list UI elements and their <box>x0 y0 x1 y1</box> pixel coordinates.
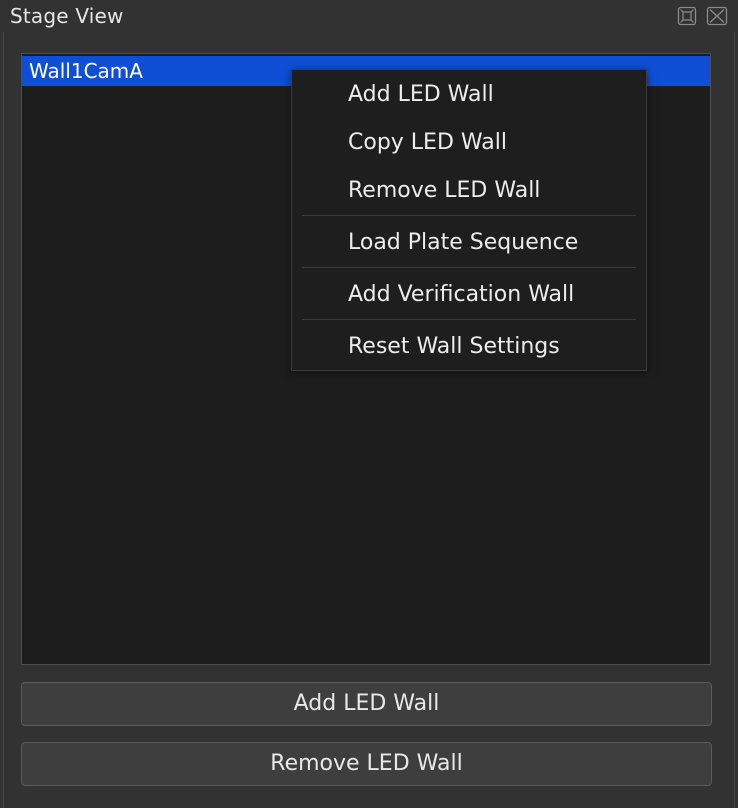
menu-item-copy-led-wall[interactable]: Copy LED Wall <box>292 122 646 166</box>
add-led-wall-button[interactable]: Add LED Wall <box>21 682 712 726</box>
float-icon[interactable] <box>677 6 697 26</box>
panel-titlebar: Stage View <box>0 0 738 32</box>
menu-item-load-plate-sequence[interactable]: Load Plate Sequence <box>292 222 646 266</box>
menu-item-label: Add LED Wall <box>348 82 494 107</box>
menu-item-add-led-wall[interactable]: Add LED Wall <box>292 74 646 118</box>
menu-separator <box>302 215 636 216</box>
menu-item-label: Copy LED Wall <box>348 130 507 155</box>
close-icon[interactable] <box>706 6 728 26</box>
panel-right-border <box>734 32 735 808</box>
menu-item-reset-wall-settings[interactable]: Reset Wall Settings <box>292 326 646 370</box>
stage-view-panel: Stage View Wall1CamA Add LED Wall Remove… <box>0 0 738 808</box>
menu-separator <box>302 319 636 320</box>
remove-led-wall-button[interactable]: Remove LED Wall <box>21 742 712 786</box>
menu-item-label: Add Verification Wall <box>348 282 575 307</box>
panel-left-border <box>3 32 4 808</box>
context-menu: Add LED Wall Copy LED Wall Remove LED Wa… <box>291 69 647 371</box>
menu-item-label: Remove LED Wall <box>348 178 541 203</box>
menu-separator <box>302 267 636 268</box>
menu-item-label: Load Plate Sequence <box>348 230 579 255</box>
list-item-label: Wall1CamA <box>29 59 143 83</box>
panel-title: Stage View <box>10 4 124 28</box>
menu-item-remove-led-wall[interactable]: Remove LED Wall <box>292 170 646 214</box>
menu-item-add-verification-wall[interactable]: Add Verification Wall <box>292 274 646 318</box>
menu-item-label: Reset Wall Settings <box>348 334 560 359</box>
